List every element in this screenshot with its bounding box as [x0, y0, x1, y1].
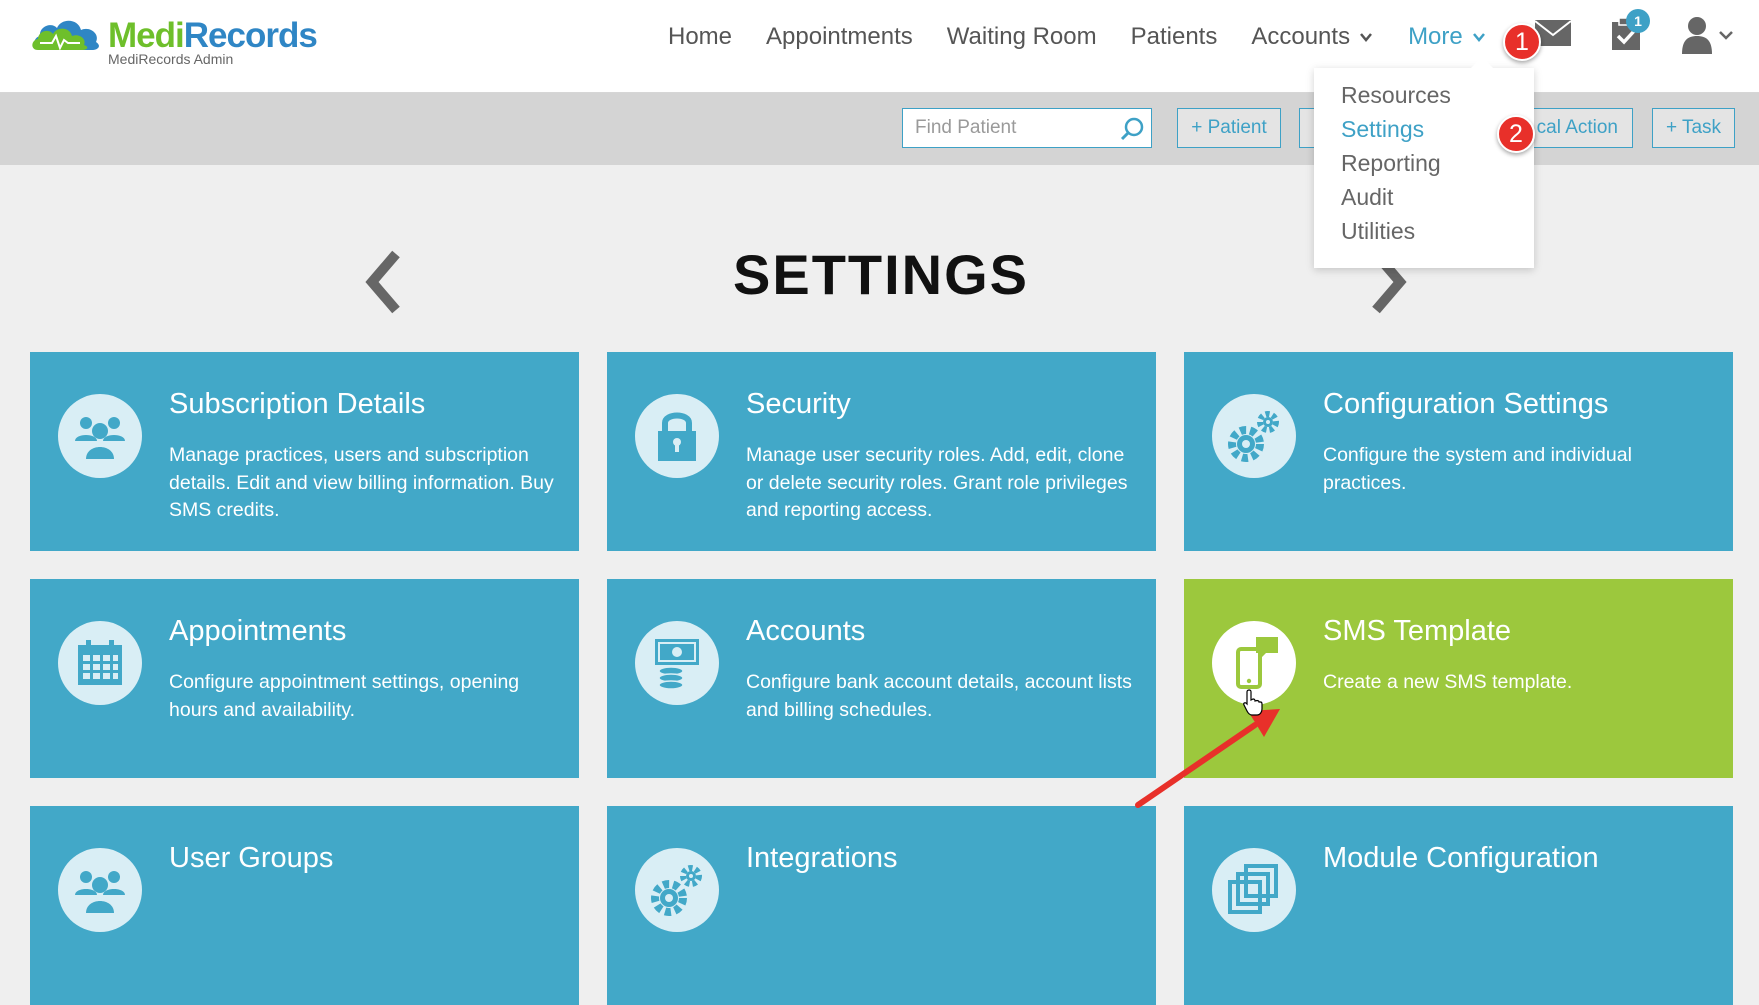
add-patient-button[interactable]: + Patient — [1177, 108, 1281, 148]
tile-integrations[interactable]: Integrations — [607, 806, 1156, 1005]
logo-subtitle: MediRecords Admin — [108, 51, 234, 67]
nav-appointments[interactable]: Appointments — [766, 23, 913, 51]
main-nav: Home Appointments Waiting Room Patients … — [668, 22, 1521, 52]
tile-description: Configure bank account details, account … — [746, 671, 1132, 721]
menu-item-reporting[interactable]: Reporting — [1341, 150, 1441, 177]
nav-waiting-room[interactable]: Waiting Room — [947, 23, 1097, 51]
tile-icon-circle — [635, 621, 719, 705]
tile-subscription-details[interactable]: Subscription Details Manage practices, u… — [30, 352, 579, 551]
users-icon — [75, 871, 125, 913]
menu-item-utilities[interactable]: Utilities — [1341, 218, 1415, 245]
tile-title: Module Configuration — [1323, 842, 1599, 874]
nav-more[interactable]: More — [1408, 23, 1487, 51]
tile-appointments[interactable]: Appointments Configure appointment setti… — [30, 579, 579, 778]
tile-title: Integrations — [746, 842, 898, 874]
more-dropdown-menu: Resources Settings Reporting Audit Utili… — [1314, 68, 1534, 268]
cloud-logo-icon — [32, 20, 99, 51]
step-marker-1: 1 — [1503, 23, 1541, 61]
tile-module-configuration[interactable]: Module Configuration — [1184, 806, 1733, 1005]
tile-user-groups[interactable]: User Groups — [30, 806, 579, 1005]
tile-description: Manage practices, users and subscription… — [169, 444, 554, 521]
tile-title: Accounts — [746, 615, 866, 647]
tile-title: SMS Template — [1323, 615, 1512, 647]
dropdown-caret — [1470, 57, 1494, 69]
chevron-down-icon — [1360, 33, 1373, 42]
medirecords-logo[interactable]: MediRecords MediRecords Admin — [30, 14, 320, 70]
tile-security[interactable]: Security Manage user security roles. Add… — [607, 352, 1156, 551]
tile-icon-circle — [58, 848, 142, 932]
tile-icon-circle — [1212, 394, 1296, 478]
nav-patients[interactable]: Patients — [1131, 23, 1218, 51]
tile-accounts[interactable]: Accounts Configure bank account details,… — [607, 579, 1156, 778]
tile-description: Create a new SMS template. — [1323, 671, 1573, 693]
tile-description: Configure appointment settings, opening … — [169, 671, 520, 721]
step-marker-2: 2 — [1497, 115, 1535, 153]
tile-configuration-settings[interactable]: Configuration Settings Configure the sys… — [1184, 352, 1733, 551]
tile-description: Manage user security roles. Add, edit, c… — [746, 444, 1128, 521]
find-patient-input[interactable] — [903, 109, 1108, 147]
menu-item-settings[interactable]: Settings — [1341, 116, 1424, 143]
tile-icon-circle — [635, 848, 719, 932]
nav-accounts[interactable]: Accounts — [1251, 23, 1374, 51]
tile-title: Configuration Settings — [1323, 388, 1609, 420]
annotation-arrow-icon — [1135, 709, 1280, 808]
tile-icon-circle — [58, 621, 142, 705]
users-icon — [75, 417, 125, 459]
gears-icon — [1228, 411, 1279, 462]
nav-home[interactable]: Home — [668, 23, 732, 51]
find-patient-search — [902, 108, 1152, 148]
calendar-icon — [78, 640, 122, 685]
tile-title: User Groups — [169, 842, 334, 874]
menu-item-resources[interactable]: Resources — [1341, 82, 1451, 109]
menu-item-audit[interactable]: Audit — [1341, 184, 1393, 211]
chevron-down-icon — [1472, 33, 1485, 42]
tile-icon-circle — [58, 394, 142, 478]
tile-title: Appointments — [169, 615, 347, 647]
phone-sms-icon — [1236, 637, 1278, 689]
money-icon — [655, 639, 699, 690]
modules-icon — [1228, 864, 1278, 914]
tile-title: Subscription Details — [169, 388, 426, 420]
search-icon[interactable] — [1119, 116, 1145, 142]
tasks-count-badge: 1 — [1626, 9, 1650, 33]
hand-cursor-icon — [1243, 689, 1263, 716]
tile-icon-circle — [635, 394, 719, 478]
add-task-button[interactable]: + Task — [1652, 108, 1735, 148]
tile-icon-circle — [1212, 848, 1296, 932]
gears-icon — [651, 865, 702, 916]
tile-description: Configure the system and individual prac… — [1323, 444, 1632, 494]
user-menu-icon[interactable] — [1680, 16, 1736, 54]
logo-wordmark: MediRecords — [108, 16, 318, 55]
tile-title: Security — [746, 388, 851, 420]
lock-icon — [658, 412, 696, 461]
